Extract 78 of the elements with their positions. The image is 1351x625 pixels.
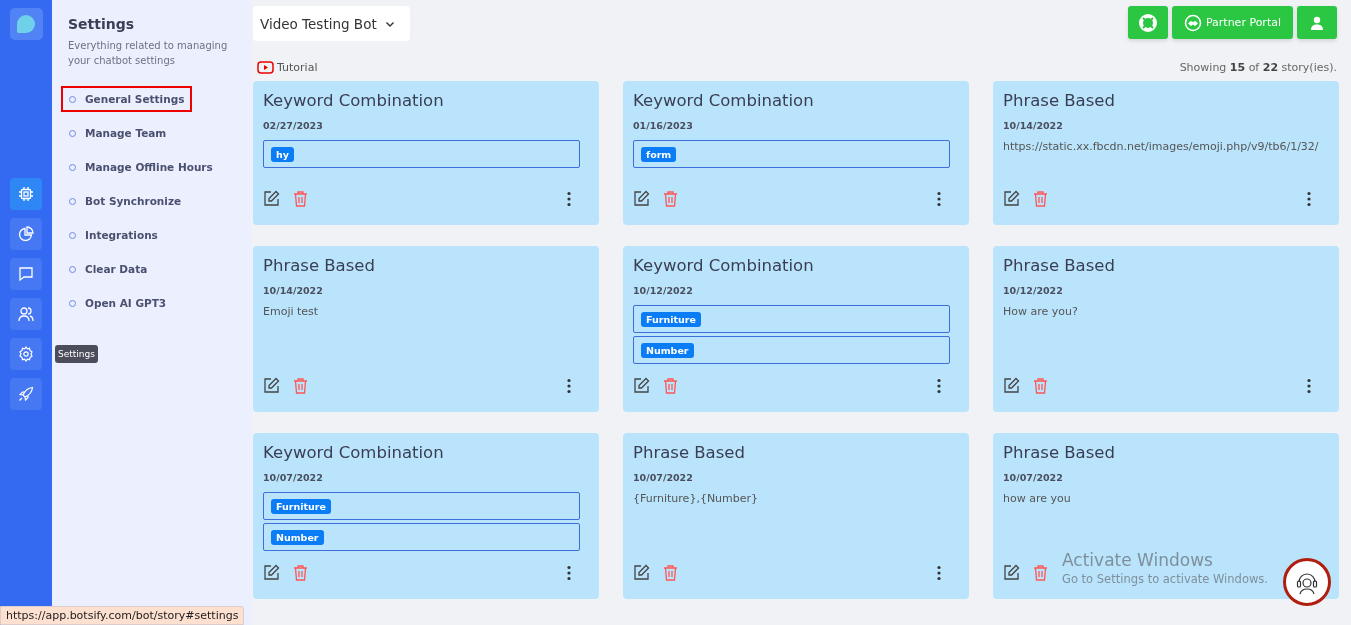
more-options-icon[interactable]: [937, 190, 941, 207]
nav-button[interactable]: [10, 338, 42, 370]
more-options-icon[interactable]: [937, 377, 941, 394]
story-date: 10/07/2022: [633, 472, 694, 483]
settings-icon: [18, 346, 34, 362]
activation-notice-title: Activate Windows: [1062, 550, 1214, 570]
user-icon: [1309, 14, 1325, 31]
video-play-icon: [257, 61, 274, 74]
edit-icon[interactable]: [1003, 190, 1020, 207]
story-date: 10/14/2022: [263, 285, 324, 296]
edit-icon[interactable]: [1003, 564, 1020, 581]
story-title: Keyword Combination: [263, 91, 445, 110]
nav-button[interactable]: [10, 298, 42, 330]
story-date: 02/27/2023: [263, 120, 324, 131]
keyword-tag: Furniture: [641, 311, 701, 327]
edit-icon[interactable]: [633, 377, 650, 394]
tooltip: Settings: [55, 345, 98, 363]
logo-icon[interactable]: [9, 8, 43, 40]
nav-button[interactable]: [10, 378, 42, 410]
status-bar-url: https://app.botsify.com/bot/story#settings: [0, 606, 245, 625]
chat-icon: [18, 266, 34, 282]
story-date: 10/07/2022: [1003, 472, 1064, 483]
rocket-icon: [18, 386, 34, 402]
users-icon: [18, 306, 34, 322]
pie-chart-icon: [18, 226, 34, 242]
settings-menu-item[interactable]: Clear Data: [61, 256, 156, 282]
story-phrase: Emoji test: [263, 305, 320, 318]
story-phrase: How are you?: [1003, 305, 1079, 318]
story-phrase: https://static.xx.fbcdn.net/images/emoji.php/v9/tb6/1/32/: [1003, 140, 1320, 153]
edit-icon[interactable]: [263, 564, 280, 581]
nav-button[interactable]: [10, 218, 42, 250]
more-options-icon[interactable]: [567, 190, 571, 207]
chip-icon: [18, 186, 34, 202]
settings-menu-item[interactable]: Bot Synchronize: [61, 188, 190, 214]
story-count: Showing 15 of 22 story(ies).: [1179, 61, 1337, 74]
story-phrase: {Furniture},{Number}: [633, 492, 760, 505]
edit-icon[interactable]: [633, 190, 650, 207]
keyword-tag: Number: [271, 529, 324, 545]
story-phrase: how are you: [1003, 492, 1072, 505]
lifebuoy-icon: [1138, 13, 1157, 32]
keyword-tag: form: [641, 146, 677, 162]
more-options-icon[interactable]: [567, 564, 571, 581]
story-title: Keyword Combination: [263, 443, 445, 462]
keyword-tag: Furniture: [271, 498, 331, 514]
story-date: 10/12/2022: [1003, 285, 1064, 296]
edit-icon[interactable]: [1003, 377, 1020, 394]
more-options-icon[interactable]: [1307, 377, 1311, 394]
story-title: Phrase Based: [1003, 256, 1116, 275]
story-title: Phrase Based: [1003, 443, 1116, 462]
edit-icon[interactable]: [263, 190, 280, 207]
settings-menu-item[interactable]: Integrations: [61, 222, 166, 248]
nav-button[interactable]: [10, 178, 42, 210]
settings-menu-item[interactable]: Open AI GPT3: [61, 290, 175, 316]
more-options-icon[interactable]: [1307, 190, 1311, 207]
bot-selector[interactable]: Video Testing Bot: [253, 6, 410, 41]
more-options-icon[interactable]: [567, 377, 571, 394]
story-title: Phrase Based: [1003, 91, 1116, 110]
story-title: Keyword Combination: [633, 256, 815, 275]
story-date: 10/07/2022: [263, 472, 324, 483]
settings-menu-item[interactable]: Manage Offline Hours: [61, 154, 221, 180]
keyword-tag: Number: [641, 342, 694, 358]
settings-menu-item[interactable]: General Settings: [61, 86, 193, 112]
more-options-icon[interactable]: [937, 564, 941, 581]
keyword-tag: hy: [271, 146, 294, 162]
story-title: Keyword Combination: [633, 91, 815, 110]
story-date: 01/16/2023: [633, 120, 694, 131]
edit-icon[interactable]: [633, 564, 650, 581]
nav-button[interactable]: [10, 258, 42, 290]
panel-subtitle: Everything related to managing your chatbot settings: [68, 39, 229, 68]
story-date: 10/14/2022: [1003, 120, 1064, 131]
story-date: 10/12/2022: [633, 285, 694, 296]
activation-notice-text: Go to Settings to activate Windows.: [1062, 572, 1268, 586]
story-title: Phrase Based: [633, 443, 746, 462]
story-title: Phrase Based: [263, 256, 376, 275]
panel-title: Settings: [68, 16, 136, 32]
tutorial-link[interactable]: Tutorial: [257, 61, 318, 74]
edit-icon[interactable]: [263, 377, 280, 394]
settings-menu-item[interactable]: Manage Team: [61, 120, 175, 146]
